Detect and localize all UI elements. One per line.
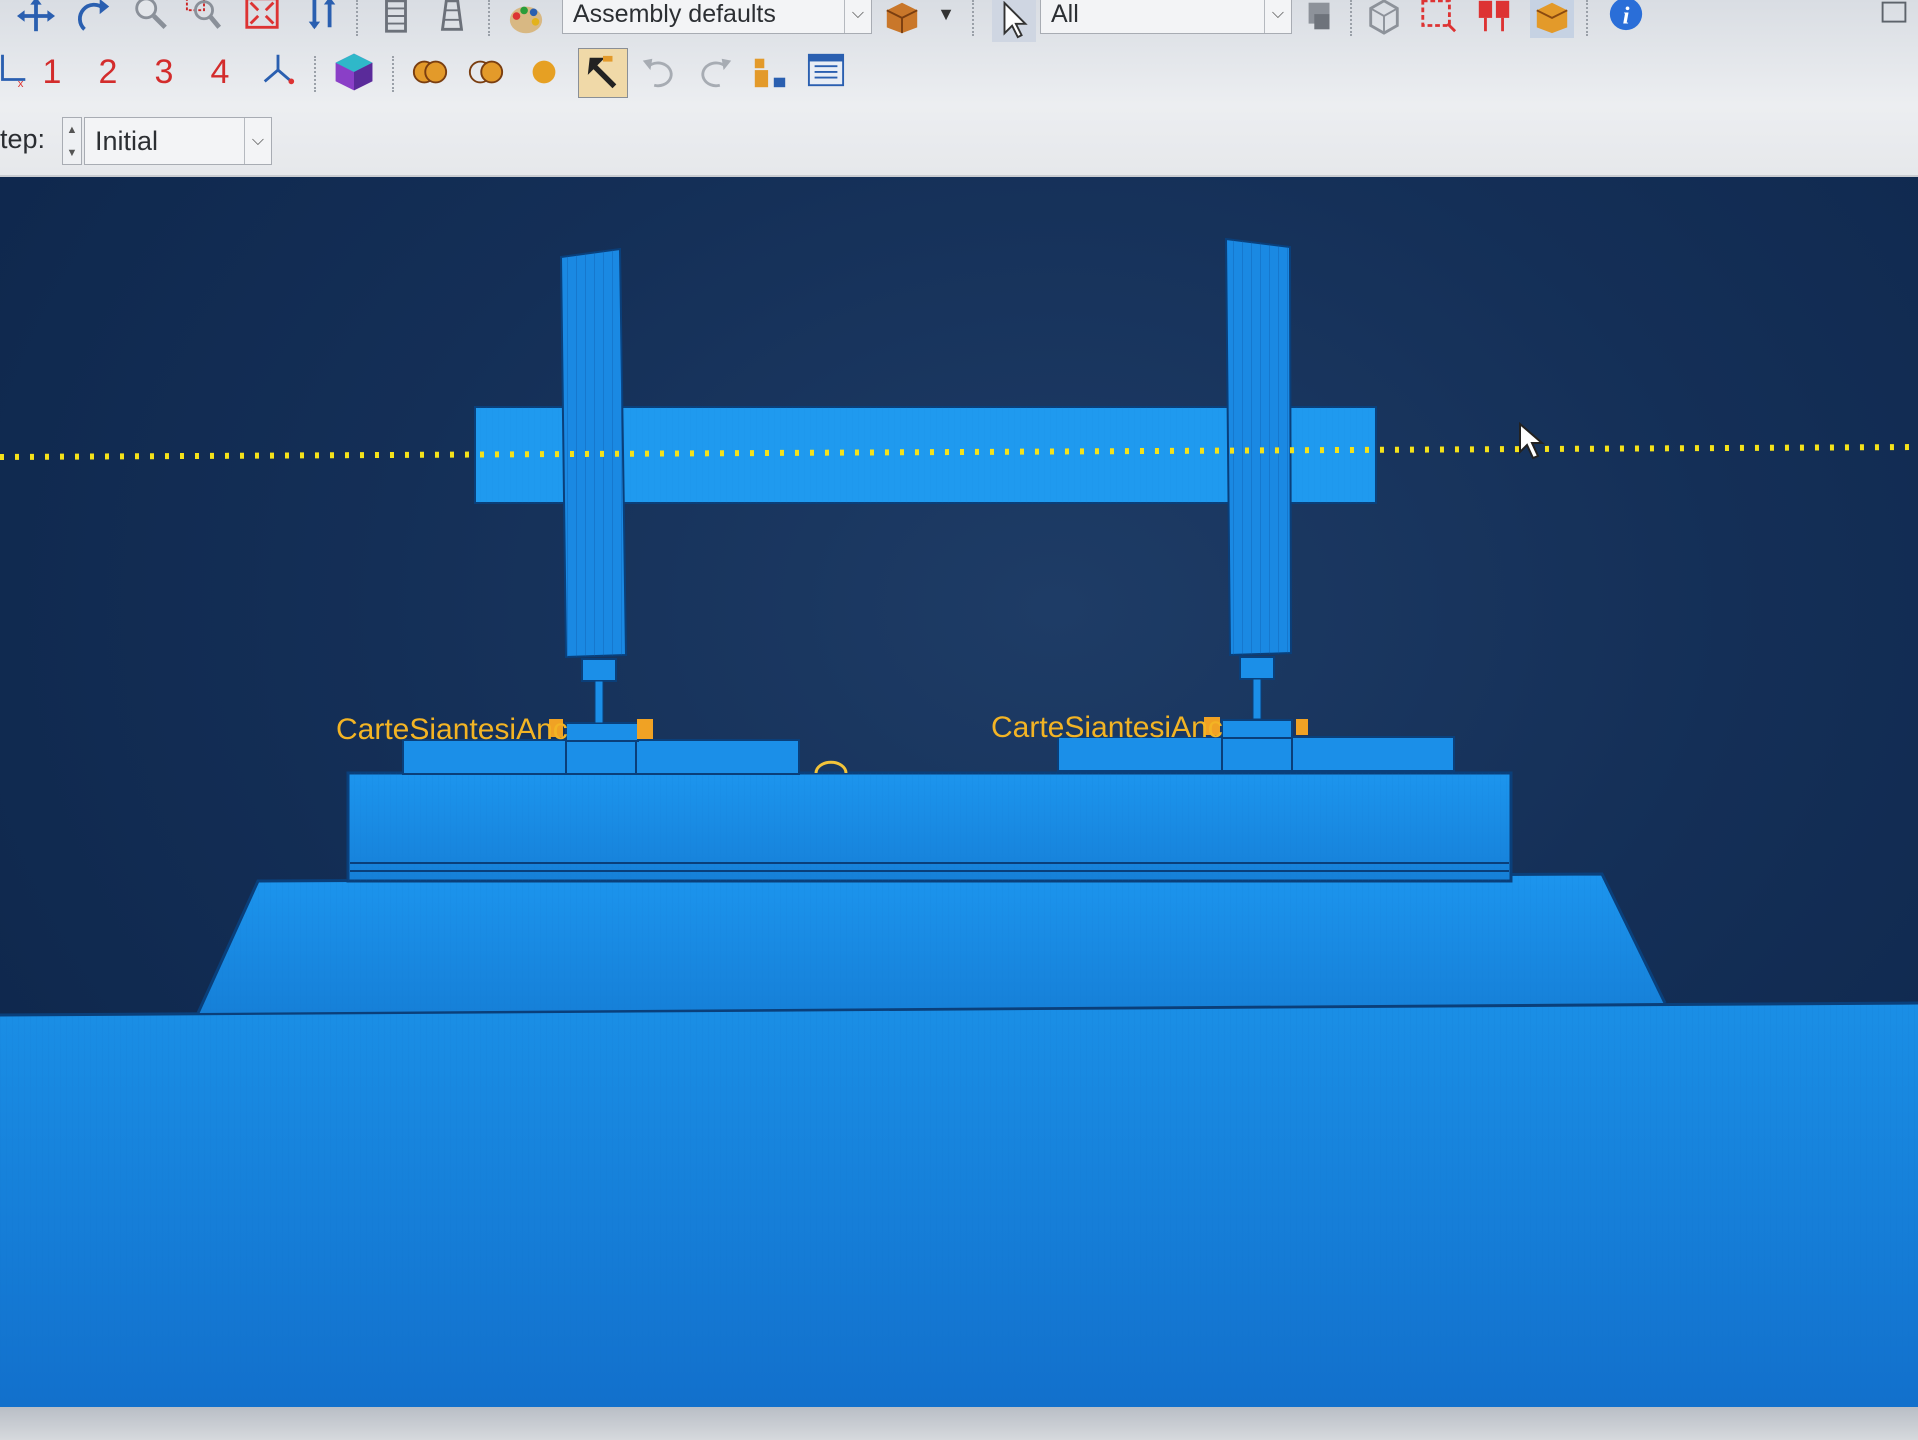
- assembly-canvas[interactable]: [0, 177, 1918, 1407]
- chevron-down-icon[interactable]: ⌵: [244, 118, 271, 164]
- toolbar-row-1: Assembly defaults ⌵ ▼ All ⌵ i: [0, 0, 1918, 42]
- chevron-down-icon[interactable]: ⌵: [1264, 0, 1291, 33]
- color-palette-icon[interactable]: [504, 0, 548, 40]
- svg-text:i: i: [1623, 3, 1630, 30]
- toolbar-separator: [1586, 0, 1588, 36]
- translate-instance-icon[interactable]: [578, 48, 628, 98]
- toolbar-row-2: x 1 2 3 4: [0, 42, 1918, 104]
- toolbar-separator: [488, 0, 490, 36]
- auto-fit-icon[interactable]: [240, 0, 284, 36]
- select-3d-icon[interactable]: [1362, 0, 1406, 38]
- svg-text:x: x: [18, 78, 24, 89]
- sphere-icon[interactable]: [522, 50, 566, 94]
- boolean-intersect-icon[interactable]: [464, 50, 508, 94]
- right-csys-label: CarteSiantesiAnc: [991, 711, 1223, 745]
- boolean-union-icon[interactable]: [408, 50, 452, 94]
- cycle-views-icon[interactable]: [300, 0, 344, 36]
- info-icon[interactable]: i: [1604, 0, 1648, 36]
- chevron-down-icon[interactable]: ▼: [67, 147, 78, 159]
- render-style-value: Assembly defaults: [573, 0, 776, 28]
- toolbar-separator: [356, 0, 358, 36]
- select-entity-icon[interactable]: [1298, 0, 1342, 38]
- right-csys-label-text: CarteSiantesiAnc: [991, 711, 1223, 744]
- layers-icon[interactable]: [430, 0, 474, 38]
- part-icon[interactable]: [1530, 0, 1574, 38]
- rotate-icon[interactable]: [72, 0, 116, 38]
- step-combo[interactable]: Initial ⌵: [84, 117, 272, 165]
- view-button-4[interactable]: 4: [198, 50, 242, 94]
- select-arrow-icon[interactable]: [992, 0, 1036, 42]
- window-restore-icon[interactable]: [1872, 0, 1916, 36]
- box-select-icon[interactable]: [1416, 0, 1460, 38]
- zoom-icon[interactable]: [128, 0, 172, 36]
- render-shaded-icon[interactable]: [328, 46, 380, 98]
- pan-icon[interactable]: [14, 0, 58, 38]
- render-style-combo[interactable]: Assembly defaults ⌵: [562, 0, 872, 34]
- selection-filter-value: All: [1051, 0, 1079, 28]
- step-spinner[interactable]: ▲ ▼: [62, 117, 82, 165]
- view-button-3[interactable]: 3: [142, 50, 186, 94]
- toolbar-separator: [1350, 0, 1352, 36]
- screen-bottom-bezel: [0, 1407, 1918, 1440]
- box-zoom-icon[interactable]: [182, 0, 226, 36]
- view-button-2[interactable]: 2: [86, 50, 130, 94]
- ballast-layer[interactable]: [196, 872, 1667, 1014]
- ground-foundation[interactable]: [0, 1001, 1918, 1407]
- toolbar-separator: [972, 0, 974, 36]
- track-slab[interactable]: [346, 771, 1513, 883]
- axis-x-icon[interactable]: x: [0, 48, 34, 92]
- mouse-cursor-icon: [1518, 421, 1548, 467]
- chevron-up-icon[interactable]: ▲: [67, 124, 78, 136]
- undo-icon[interactable]: [636, 50, 680, 94]
- instance-tools-icon[interactable]: [748, 50, 792, 94]
- ruler-icon[interactable]: [374, 0, 418, 38]
- model-viewport[interactable]: CarteSiantesiAnc CarteSiantesiAnc: [0, 177, 1918, 1407]
- redo-icon[interactable]: [694, 50, 738, 94]
- right-wheel[interactable]: [1224, 237, 1293, 720]
- view-button-1[interactable]: 1: [30, 50, 74, 94]
- iso-view-icon[interactable]: [256, 48, 300, 92]
- render-model-icon[interactable]: [880, 0, 924, 38]
- left-csys-label-text: CarteSiantesiAnc: [336, 713, 568, 746]
- toolbar-separator: [314, 56, 316, 92]
- toolbar-area: Assembly defaults ⌵ ▼ All ⌵ i x 1 2 3 4 …: [0, 0, 1918, 177]
- toolbar-separator: [392, 56, 394, 92]
- left-wheel[interactable]: [559, 247, 628, 724]
- step-value: Initial: [95, 125, 159, 156]
- step-label: tep:: [0, 124, 46, 154]
- selection-filter-combo[interactable]: All ⌵: [1040, 0, 1292, 34]
- chevron-down-icon[interactable]: ⌵: [844, 0, 871, 33]
- reference-point-arc: [814, 760, 848, 774]
- query-icon[interactable]: [1472, 0, 1516, 38]
- chevron-down-icon[interactable]: ▼: [924, 0, 968, 36]
- left-csys-label: CarteSiantesiAnc: [336, 713, 568, 747]
- table-icon[interactable]: [804, 48, 848, 92]
